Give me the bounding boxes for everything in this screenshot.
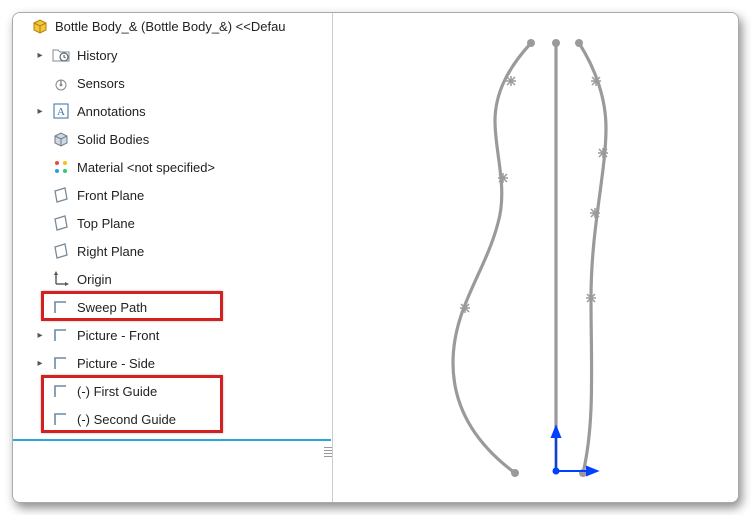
tree-root-label: Bottle Body_& (Bottle Body_&) <<Defau xyxy=(55,19,286,34)
sketch-icon xyxy=(51,325,71,345)
tree-root-node[interactable]: Bottle Body_& (Bottle Body_&) <<Defau xyxy=(13,13,332,39)
plane-icon xyxy=(51,185,71,205)
tree-item-top-plane[interactable]: Top Plane xyxy=(13,209,332,237)
sensors-icon xyxy=(51,73,71,93)
tree-item-picture-side[interactable]: ▸ Picture - Side xyxy=(13,349,332,377)
tree-item-label: Picture - Side xyxy=(77,356,155,371)
svg-text:A: A xyxy=(57,106,65,118)
tree-item-front-plane[interactable]: Front Plane xyxy=(13,181,332,209)
origin-icon xyxy=(51,269,71,289)
tree-item-history[interactable]: ▸ History xyxy=(13,41,332,69)
sketch-icon xyxy=(51,409,71,429)
tree-item-first-guide[interactable]: (-) First Guide xyxy=(13,377,332,405)
expander-icon[interactable]: ▸ xyxy=(35,50,45,61)
tree-item-label: Material <not specified> xyxy=(77,160,215,175)
tree-item-material-not-specified[interactable]: Material <not specified> xyxy=(13,153,332,181)
tree-item-picture-front[interactable]: ▸ Picture - Front xyxy=(13,321,332,349)
sketch-icon xyxy=(51,353,71,373)
tree-item-second-guide[interactable]: (-) Second Guide xyxy=(13,405,332,433)
solid-bodies-icon xyxy=(51,129,71,149)
graphics-viewport[interactable] xyxy=(333,13,738,502)
tree-item-label: (-) First Guide xyxy=(77,384,157,399)
sketch-icon xyxy=(51,381,71,401)
tree-item-solid-bodies[interactable]: Solid Bodies xyxy=(13,125,332,153)
model-canvas xyxy=(333,13,738,503)
tree-item-right-plane[interactable]: Right Plane xyxy=(13,237,332,265)
sketch-icon xyxy=(51,297,71,317)
annotations-icon: A xyxy=(51,101,71,121)
tree-item-label: History xyxy=(77,48,117,63)
feature-tree-list: ▸ History Sensors ▸ A Annotations Solid Bo… xyxy=(13,39,332,439)
tree-item-origin[interactable]: Origin xyxy=(13,265,332,293)
tree-item-label: Picture - Front xyxy=(77,328,159,343)
part-icon xyxy=(31,17,49,35)
tree-item-label: Sensors xyxy=(77,76,125,91)
feature-tree-panel: Bottle Body_& (Bottle Body_&) <<Defau ▸ … xyxy=(13,13,333,502)
tree-item-label: Top Plane xyxy=(77,216,135,231)
tree-item-sweep-path[interactable]: Sweep Path xyxy=(13,293,332,321)
plane-icon xyxy=(51,241,71,261)
tree-item-label: Front Plane xyxy=(77,188,144,203)
tree-item-annotations[interactable]: ▸ A Annotations xyxy=(13,97,332,125)
tree-item-label: Sweep Path xyxy=(77,300,147,315)
folder-history-icon xyxy=(51,45,71,65)
plane-icon xyxy=(51,213,71,233)
tree-item-label: Annotations xyxy=(77,104,146,119)
endpoint-dots xyxy=(511,39,587,477)
app-window: Bottle Body_& (Bottle Body_&) <<Defau ▸ … xyxy=(12,12,739,503)
tree-separator xyxy=(13,439,331,441)
second-guide-curve xyxy=(579,43,606,473)
tree-item-label: Origin xyxy=(77,272,112,287)
relation-markers xyxy=(460,76,608,313)
first-guide-curve xyxy=(453,43,531,473)
tree-item-label: Solid Bodies xyxy=(77,132,149,147)
material-icon xyxy=(51,157,71,177)
expander-icon[interactable]: ▸ xyxy=(35,106,45,117)
panel-resize-grip[interactable] xyxy=(324,447,332,457)
expander-icon[interactable]: ▸ xyxy=(35,330,45,341)
tree-item-sensors[interactable]: Sensors xyxy=(13,69,332,97)
tree-item-label: Right Plane xyxy=(77,244,144,259)
expander-icon[interactable]: ▸ xyxy=(35,358,45,369)
tree-item-label: (-) Second Guide xyxy=(77,412,176,427)
